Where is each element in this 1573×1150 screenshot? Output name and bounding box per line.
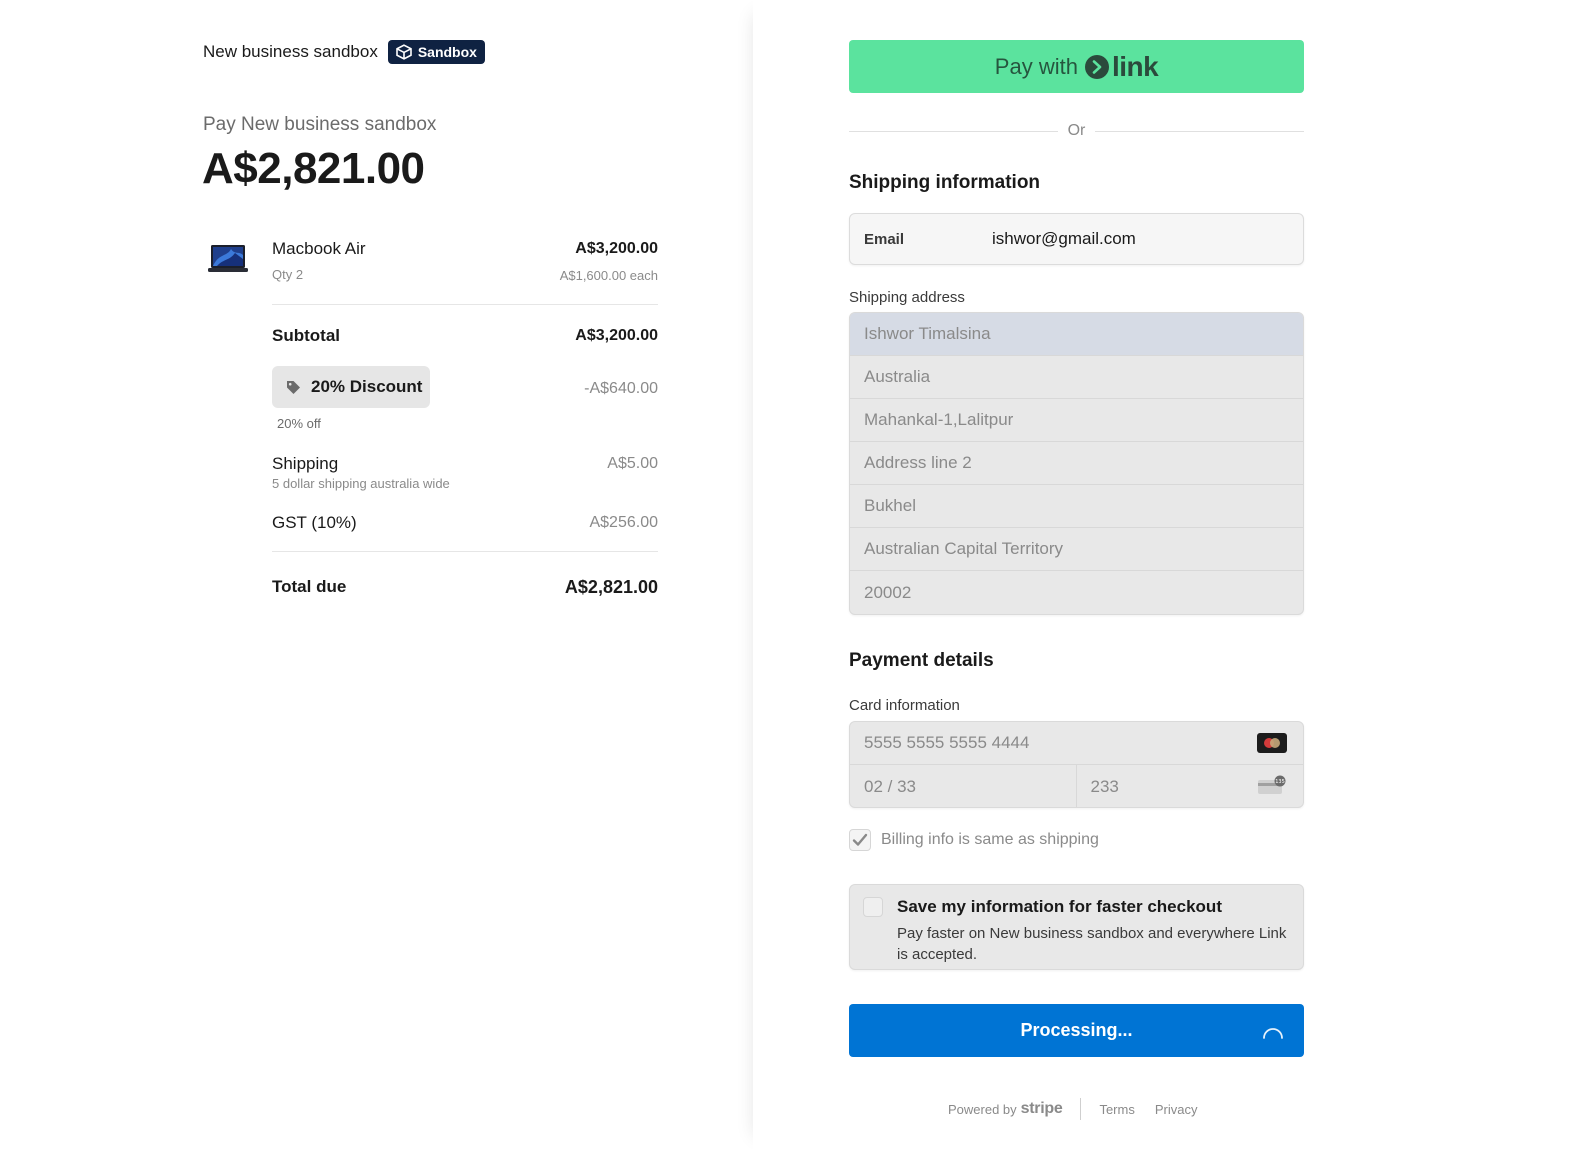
total-due-label: Total due	[272, 577, 347, 596]
name-input[interactable]: Ishwor Timalsina	[850, 313, 1303, 356]
discount-value: -A$640.00	[584, 380, 658, 397]
discount-description: 20% off	[277, 416, 321, 431]
total-amount: A$2,821.00	[202, 144, 425, 193]
product-price: A$3,200.00	[575, 240, 658, 257]
expiry-input[interactable]: 02 / 33	[850, 765, 1077, 807]
or-separator: Or	[849, 120, 1304, 142]
email-value: ishwor@gmail.com	[992, 229, 1136, 248]
powered-by-label: Powered by	[948, 1101, 1017, 1117]
payment-details-heading: Payment details	[849, 650, 994, 671]
merchant-name: New business sandbox	[203, 42, 378, 61]
city-input[interactable]: Bukhel	[850, 485, 1303, 528]
total-due-value: A$2,821.00	[564, 577, 658, 597]
laptop-thumbnail	[208, 245, 248, 272]
checkmark-icon	[852, 833, 868, 846]
shipping-label: Shipping	[272, 454, 339, 473]
merchant-header: New business sandbox Sandbox	[203, 40, 485, 64]
save-info-description: Pay faster on New business sandbox and e…	[897, 925, 1287, 963]
cvc-input[interactable]: 233 135	[1077, 765, 1304, 807]
cvc-badge-text: 135	[1275, 779, 1285, 785]
card-information-group: 5555 5555 5555 4444 02 / 33 233 135	[849, 721, 1304, 808]
shipping-description: 5 dollar shipping australia wide	[272, 476, 450, 491]
discount-chip[interactable]: 20% Discount	[272, 366, 430, 408]
email-field[interactable]: Email ishwor@gmail.com	[849, 213, 1304, 265]
discount-label: 20% Discount	[311, 377, 423, 396]
divider	[1095, 130, 1304, 132]
subtotal-label: Subtotal	[272, 326, 340, 345]
save-info-title: Save my information for faster checkout	[897, 897, 1222, 916]
submit-button[interactable]: Processing...	[849, 1004, 1304, 1057]
sandbox-badge-label: Sandbox	[417, 43, 477, 60]
expiry-value: 02 / 33	[864, 776, 916, 796]
billing-same-row: Billing info is same as shipping	[849, 829, 1099, 851]
stripe-logo: stripe	[1020, 1100, 1063, 1117]
address-line1-input[interactable]: Mahankal-1,Lalitpur	[850, 399, 1303, 442]
cvc-value: 233	[1090, 776, 1119, 796]
card-number-value: 5555 5555 5555 4444	[864, 733, 1030, 752]
save-info-box: Save my information for faster checkout …	[849, 884, 1304, 970]
link-logo: link	[1084, 50, 1159, 83]
save-info-checkbox[interactable]	[863, 897, 883, 917]
shipping-address-group: Ishwor Timalsina Australia Mahankal-1,La…	[849, 312, 1304, 615]
link-chevron-icon	[1084, 54, 1109, 79]
email-label: Email	[864, 230, 905, 248]
gst-value: A$256.00	[589, 514, 658, 531]
shipping-address-label: Shipping address	[849, 289, 965, 306]
billing-same-checkbox[interactable]	[849, 829, 871, 851]
submit-label: Processing...	[1020, 1020, 1133, 1040]
shipping-information-heading: Shipping information	[849, 172, 1041, 193]
sandbox-badge: Sandbox	[387, 40, 485, 64]
divider	[849, 130, 1058, 132]
subtotal-value: A$3,200.00	[575, 327, 658, 344]
footer: Powered by stripe Terms Privacy	[948, 1098, 1217, 1120]
divider	[272, 551, 658, 552]
address-line2-input[interactable]: Address line 2	[850, 442, 1303, 485]
powered-by-stripe[interactable]: Powered by stripe	[948, 1100, 1063, 1118]
card-information-label: Card information	[849, 697, 960, 714]
divider	[272, 304, 658, 305]
product-qty: Qty 2	[272, 267, 304, 282]
postcode-input[interactable]: 20002	[850, 571, 1303, 614]
gst-label: GST (10%)	[272, 513, 357, 532]
pay-with-label: Pay with	[994, 53, 1078, 79]
cube-icon	[396, 43, 412, 60]
product-name: Macbook Air	[272, 239, 366, 258]
cvc-card-icon: 135	[1258, 775, 1286, 794]
pay-label: Pay New business sandbox	[203, 114, 437, 135]
or-label: Or	[1067, 122, 1086, 139]
privacy-link[interactable]: Privacy	[1155, 1102, 1198, 1117]
mastercard-icon	[1257, 733, 1287, 753]
divider	[1080, 1098, 1082, 1120]
shipping-value: A$5.00	[607, 455, 658, 472]
card-number-input[interactable]: 5555 5555 5555 4444	[850, 722, 1303, 765]
product-unit-price: A$1,600.00 each	[559, 268, 658, 283]
country-select[interactable]: Australia	[850, 356, 1303, 399]
billing-same-label: Billing info is same as shipping	[881, 831, 1099, 848]
tag-icon	[287, 380, 300, 394]
link-wordmark: link	[1111, 50, 1159, 82]
order-summary-panel: New business sandbox Sandbox Pay New bus…	[0, 0, 753, 1150]
pay-with-link-button[interactable]: Pay with link	[849, 40, 1304, 93]
terms-link[interactable]: Terms	[1099, 1102, 1134, 1117]
state-select[interactable]: Australian Capital Territory	[850, 528, 1303, 571]
spinner-icon	[1263, 1028, 1283, 1039]
